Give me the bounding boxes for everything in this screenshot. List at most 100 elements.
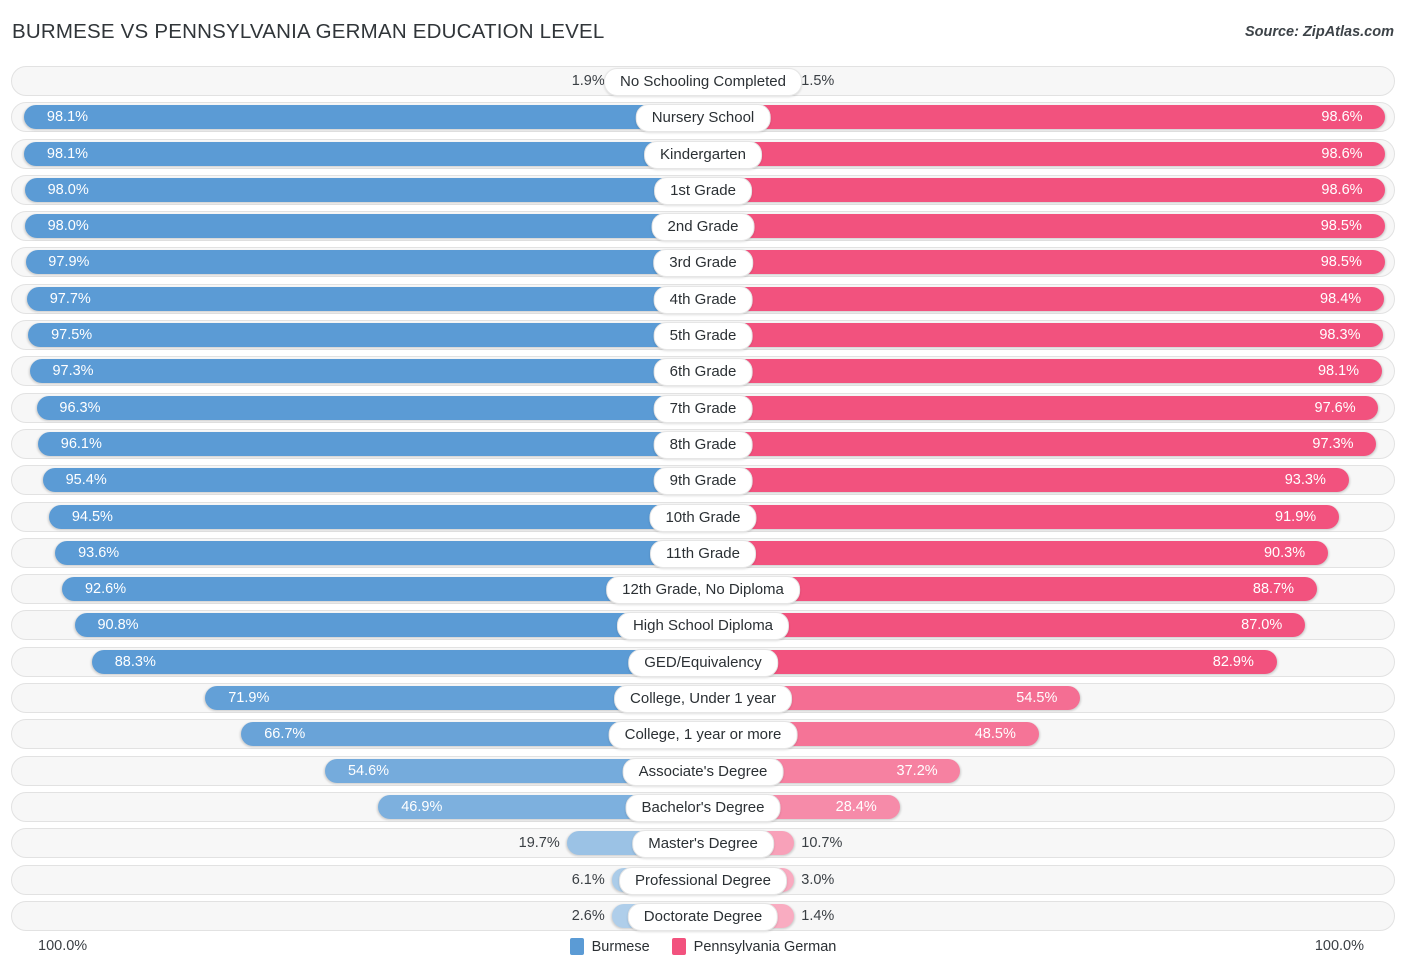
value-label-pennsylvania-german: 48.5%	[974, 726, 1016, 743]
value-label-burmese: 97.9%	[48, 254, 90, 271]
bar-burmese[interactable]	[36, 395, 703, 420]
chart-row: 19.7% 10.7% Master's Degree	[11, 828, 1395, 859]
value-label-pennsylvania-german: 93.3%	[1284, 472, 1326, 489]
chart-row: 2.6% 1.4% Doctorate Degree	[11, 900, 1395, 931]
category-label: 9th Grade	[653, 467, 753, 496]
bar-pennsylvania-german[interactable]	[703, 359, 1382, 384]
bar-burmese[interactable]	[26, 286, 703, 311]
chart-row: 66.7% 48.5% College, 1 year or more	[11, 719, 1395, 750]
value-label-pennsylvania-german: 98.6%	[1321, 145, 1363, 162]
category-label: College, Under 1 year	[614, 685, 792, 714]
value-label-burmese: 19.7%	[518, 835, 560, 852]
category-label: 11th Grade	[650, 539, 756, 568]
value-label-burmese: 98.0%	[47, 218, 89, 235]
bar-burmese[interactable]	[74, 613, 703, 638]
bar-pennsylvania-german[interactable]	[703, 468, 1349, 493]
value-label-pennsylvania-german: 98.6%	[1321, 109, 1363, 126]
category-label: Bachelor's Degree	[625, 793, 781, 822]
bar-pennsylvania-german[interactable]	[703, 540, 1328, 565]
category-label: Nursery School	[635, 104, 771, 133]
chart-row: 98.0% 98.6% 1st Grade	[11, 174, 1395, 205]
value-label-burmese: 66.7%	[264, 726, 306, 743]
bar-burmese[interactable]	[49, 504, 703, 529]
bar-burmese[interactable]	[24, 105, 703, 130]
bar-pennsylvania-german[interactable]	[703, 649, 1277, 674]
category-label: Doctorate Degree	[627, 902, 779, 931]
chart-row: 97.9% 98.5% 3rd Grade	[11, 247, 1395, 278]
category-label: 2nd Grade	[651, 213, 755, 242]
value-label-burmese: 97.7%	[49, 290, 91, 307]
bar-pennsylvania-german[interactable]	[703, 250, 1385, 275]
bar-burmese[interactable]	[24, 214, 703, 239]
legend-label: Pennsylvania German	[693, 938, 837, 955]
chart-row: 97.5% 98.3% 5th Grade	[11, 320, 1395, 351]
value-label-pennsylvania-german: 98.1%	[1317, 363, 1360, 380]
category-label: 8th Grade	[653, 430, 753, 459]
chart-row: 94.5% 91.9% 10th Grade	[11, 501, 1395, 532]
chart-row: 97.7% 98.4% 4th Grade	[11, 283, 1395, 314]
bar-pennsylvania-german[interactable]	[703, 431, 1377, 456]
bar-burmese[interactable]	[29, 359, 703, 384]
bar-pennsylvania-german[interactable]	[703, 141, 1386, 166]
legend-item[interactable]: Pennsylvania German	[671, 938, 837, 955]
category-label: 6th Grade	[653, 358, 753, 387]
legend-label: Burmese	[591, 938, 650, 955]
chart-page: BURMESE VS PENNSYLVANIA GERMAN EDUCATION…	[0, 0, 1406, 975]
value-label-burmese: 90.8%	[97, 617, 139, 634]
value-label-pennsylvania-german: 88.7%	[1252, 581, 1295, 598]
bar-pennsylvania-german[interactable]	[703, 395, 1379, 420]
legend-swatch	[671, 938, 686, 955]
bar-pennsylvania-german[interactable]	[703, 286, 1384, 311]
value-label-pennsylvania-german: 10.7%	[801, 835, 843, 852]
value-label-pennsylvania-german: 98.5%	[1320, 218, 1362, 235]
bar-burmese[interactable]	[42, 468, 703, 493]
chart-row: 92.6% 88.7% 12th Grade, No Diploma	[11, 574, 1395, 605]
chart-row: 54.6% 37.2% Associate's Degree	[11, 755, 1395, 786]
legend-item[interactable]: Burmese	[569, 938, 650, 955]
bar-burmese[interactable]	[28, 323, 703, 348]
source-attribution: Source: ZipAtlas.com	[1244, 24, 1394, 40]
chart-row: 95.4% 93.3% 9th Grade	[11, 465, 1395, 496]
category-label: 4th Grade	[653, 285, 753, 314]
value-label-burmese: 92.6%	[84, 581, 127, 598]
value-label-burmese: 93.6%	[78, 544, 120, 561]
category-label: 12th Grade, No Diploma	[606, 576, 800, 605]
chart-row: 98.1% 98.6% Nursery School	[11, 102, 1395, 133]
bar-burmese[interactable]	[25, 250, 703, 275]
bar-pennsylvania-german[interactable]	[703, 323, 1384, 348]
bar-pennsylvania-german[interactable]	[703, 177, 1386, 202]
value-label-pennsylvania-german: 37.2%	[896, 762, 938, 779]
value-label-burmese: 94.5%	[71, 508, 113, 525]
value-label-burmese: 54.6%	[347, 762, 390, 779]
chart-row: 93.6% 90.3% 11th Grade	[11, 537, 1395, 568]
value-label-burmese: 1.9%	[571, 73, 605, 89]
bar-pennsylvania-german[interactable]	[703, 613, 1306, 638]
bar-chart-rows: 1.9% 1.5% No Schooling Completed 98.1% 98.6%…	[11, 66, 1395, 936]
value-label-pennsylvania-german: 3.0%	[801, 871, 835, 888]
value-label-pennsylvania-german: 90.3%	[1263, 544, 1306, 561]
value-label-pennsylvania-german: 82.9%	[1212, 653, 1254, 670]
value-label-burmese: 2.6%	[571, 907, 605, 924]
value-label-burmese: 95.4%	[65, 472, 107, 489]
bar-burmese[interactable]	[24, 177, 703, 202]
chart-row: 88.3% 82.9% GED/Equivalency	[11, 646, 1395, 677]
bar-pennsylvania-german[interactable]	[703, 504, 1339, 529]
legend-swatch	[569, 938, 584, 955]
value-label-burmese: 96.3%	[59, 399, 101, 416]
value-label-burmese: 97.5%	[51, 327, 93, 344]
bar-pennsylvania-german[interactable]	[703, 214, 1385, 239]
value-label-pennsylvania-german: 1.5%	[801, 73, 835, 89]
value-label-burmese: 88.3%	[114, 653, 156, 670]
category-label: 10th Grade	[649, 503, 757, 532]
bar-burmese[interactable]	[91, 649, 703, 674]
chart-row: 98.1% 98.6% Kindergarten	[11, 138, 1395, 169]
value-label-pennsylvania-german: 98.3%	[1319, 327, 1361, 344]
value-label-pennsylvania-german: 98.6%	[1321, 181, 1363, 198]
bar-burmese[interactable]	[38, 431, 703, 456]
value-label-burmese: 97.3%	[52, 363, 94, 380]
value-label-pennsylvania-german: 98.5%	[1320, 254, 1362, 271]
bar-burmese[interactable]	[55, 540, 703, 565]
bar-burmese[interactable]	[24, 141, 703, 166]
bar-pennsylvania-german[interactable]	[703, 105, 1386, 130]
chart-row: 90.8% 87.0% High School Diploma	[11, 610, 1395, 641]
